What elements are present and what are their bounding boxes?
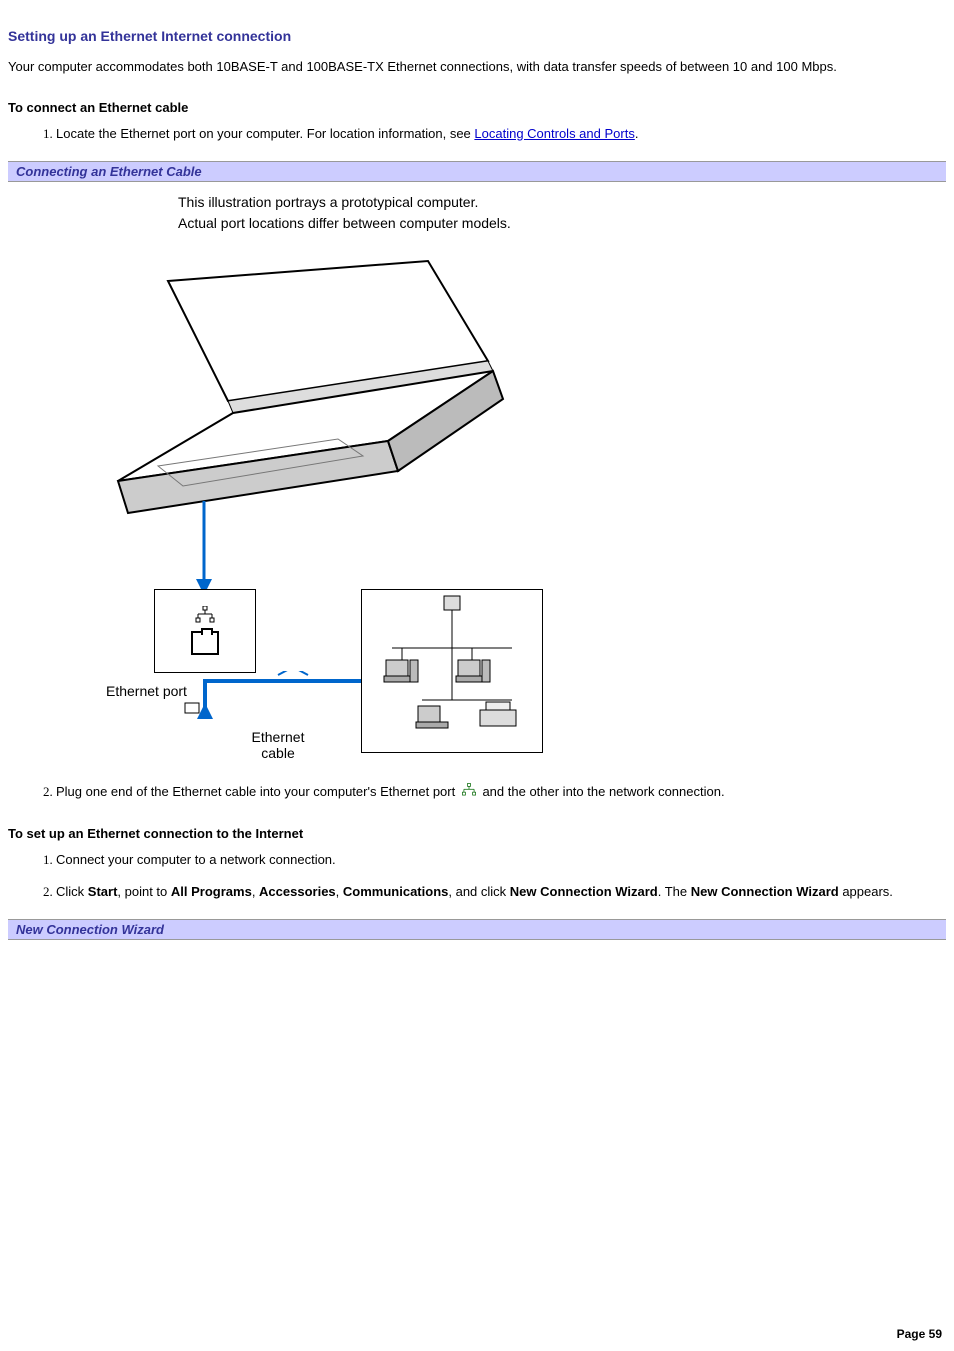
laptop-icon <box>98 251 518 551</box>
page-number: Page 59 <box>897 1327 942 1341</box>
rj45-port-icon <box>191 631 219 655</box>
step-locate-port: Locate the Ethernet port on your compute… <box>56 125 946 143</box>
bold-communications: Communications <box>343 884 448 899</box>
link-locating-controls[interactable]: Locating Controls and Ports <box>474 126 634 141</box>
step-plug-cable: Plug one end of the Ethernet cable into … <box>56 783 946 802</box>
step-connect-network: Connect your computer to a network conne… <box>56 851 946 869</box>
network-diagram <box>361 589 543 753</box>
bold-accessories: Accessories <box>259 884 336 899</box>
subheading-setup-connection: To set up an Ethernet connection to the … <box>8 826 946 841</box>
ethernet-cable-icon <box>183 671 373 731</box>
ethernet-port-closeup <box>154 589 256 673</box>
ethernet-port-label: Ethernet port <box>106 683 187 699</box>
figure-title-bar: Connecting an Ethernet Cable <box>8 161 946 182</box>
bold-start: Start <box>88 884 118 899</box>
network-topology-icon <box>362 590 542 752</box>
step-run-wizard: Click Start, point to All Programs, Acce… <box>56 883 946 901</box>
page-title: Setting up an Ethernet Internet connecti… <box>8 28 946 44</box>
bold-new-connection-wizard: New Connection Wizard <box>510 884 658 899</box>
figure-new-connection-wizard: New Connection Wizard <box>8 919 946 940</box>
steps-connect-cable-cont: Plug one end of the Ethernet cable into … <box>8 783 946 802</box>
step-text: Plug one end of the Ethernet cable into … <box>56 784 459 799</box>
step-text: Locate the Ethernet port on your compute… <box>56 126 474 141</box>
steps-connect-cable: Locate the Ethernet port on your compute… <box>8 125 946 143</box>
figure-title-bar: New Connection Wizard <box>8 919 946 940</box>
illustration-note-line1: This illustration portrays a prototypica… <box>178 194 946 212</box>
figure-connecting-cable: Connecting an Ethernet Cable This illust… <box>8 161 946 769</box>
illustration-note-line2: Actual port locations differ between com… <box>178 215 946 233</box>
bold-new-connection-wizard-2: New Connection Wizard <box>691 884 839 899</box>
ethernet-cable-label: Ethernetcable <box>238 729 318 761</box>
intro-paragraph: Your computer accommodates both 10BASE-T… <box>8 58 946 76</box>
callout-arrow-icon <box>186 501 226 601</box>
ethernet-port-inline-icon <box>461 783 477 802</box>
steps-setup-connection: Connect your computer to a network conne… <box>8 851 946 901</box>
bold-all-programs: All Programs <box>171 884 252 899</box>
step-text-tail: and the other into the network connectio… <box>479 784 725 799</box>
network-icon <box>194 606 216 627</box>
subheading-connect-cable: To connect an Ethernet cable <box>8 100 946 115</box>
ethernet-illustration: Ethernet port Ethernetcable <box>88 241 568 761</box>
step-text-tail: . <box>635 126 639 141</box>
